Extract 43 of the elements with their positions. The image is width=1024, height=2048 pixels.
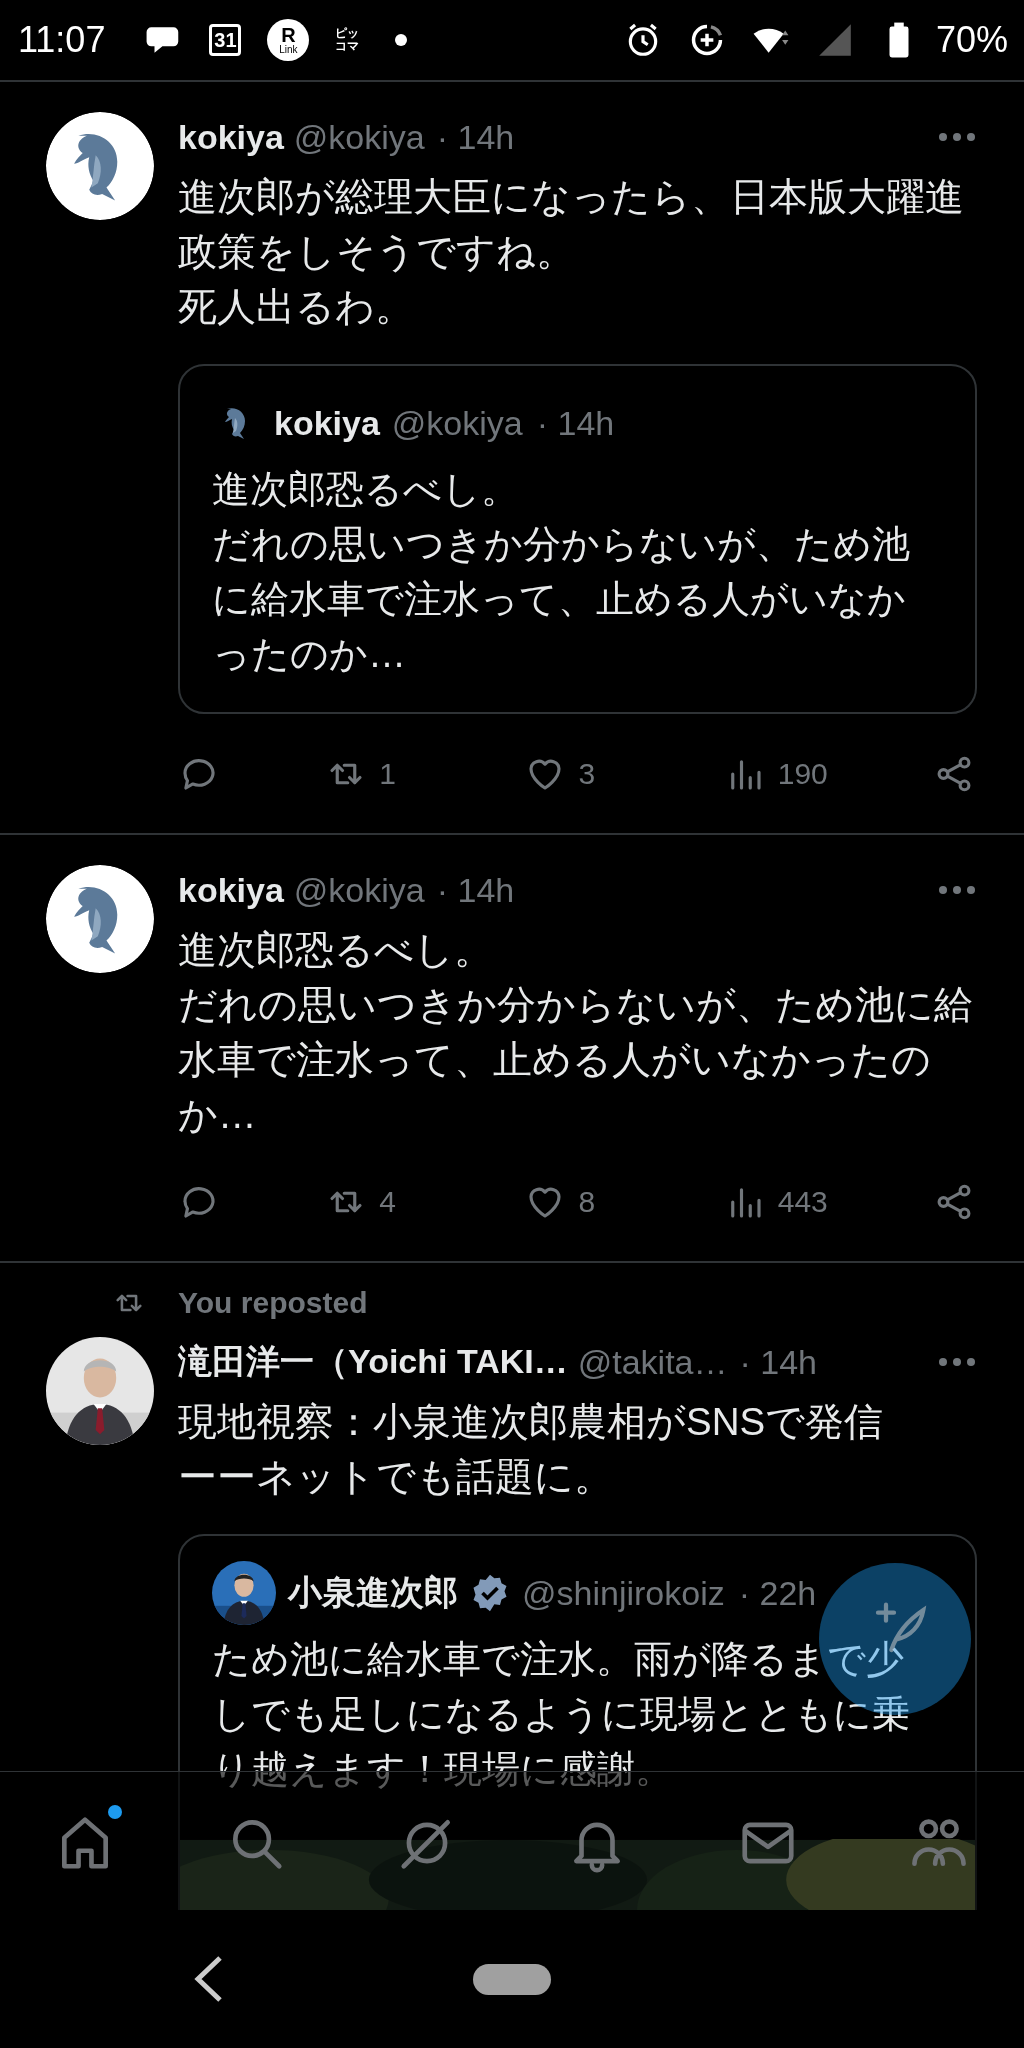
post-time: · 14h xyxy=(536,403,615,443)
post-text: ーーネットでも話題に。 xyxy=(178,1454,614,1500)
more-icon[interactable] xyxy=(937,131,977,143)
author-handle: @takita… xyxy=(577,1342,728,1382)
more-icon[interactable] xyxy=(937,884,977,896)
quoted-text: ため池に給水車で注水。雨が降るまで少しでも足しになるように現場とともに乗り越えます！現場に感謝。 xyxy=(212,1637,911,1792)
battery-level: 70% xyxy=(935,19,1008,61)
action-count: 443 xyxy=(777,1185,828,1219)
post-text: 進次郎が総理大臣になったら、日本版大躍進政策をしそうですね。 xyxy=(178,174,965,275)
repost-label: You reposted xyxy=(178,1286,368,1320)
calendar-icon: 31 xyxy=(209,24,242,56)
action-count: 3 xyxy=(578,757,597,791)
author-name: 小泉進次郎 xyxy=(288,1572,458,1613)
author-handle: @kokiya xyxy=(293,117,425,157)
author-name: kokiya xyxy=(178,870,284,910)
quoted-post[interactable]: kokiya @kokiya · 14h 進次郎恐るべし。 だれの思いつきか分からないが、ため池に給水車で注水って、止める人がいなかったのか… xyxy=(178,364,977,714)
action-count: 8 xyxy=(578,1185,597,1219)
author-handle: @kokiya xyxy=(391,403,523,443)
author-name: kokiya xyxy=(274,403,380,443)
post-text: 死人出るわ。 xyxy=(178,284,415,330)
notification-dot xyxy=(395,34,408,46)
author-name: 滝田洋一（Yoichi TAKI… xyxy=(178,1341,568,1382)
author-handle: @shinjirokoiz xyxy=(522,1573,725,1613)
quoted-text: 進次郎恐るべし。 xyxy=(212,467,520,512)
app-icon: R Link xyxy=(267,19,310,61)
app-icon: ピッ コマ xyxy=(335,27,360,53)
more-icon[interactable] xyxy=(937,1356,977,1368)
author-name: kokiya xyxy=(178,117,284,157)
action-count: 1 xyxy=(379,757,397,791)
post-time: · 14h xyxy=(436,117,515,157)
post-time: · 22h xyxy=(738,1573,817,1613)
post-text: 進次郎恐るべし。 xyxy=(178,927,494,973)
author-handle: @kokiya xyxy=(293,870,425,910)
quoted-post[interactable]: 小泉進次郎 @shinjirokoiz · 22h ため池に給水車で注水。雨が降るまで少しでも足しになるように現場とともに乗り越えます！現場に感謝。 xyxy=(178,1534,977,1910)
post-time: · 14h xyxy=(739,1342,818,1382)
post-text: だれの思いつきか分からないが、ため池に給水車で注水って、止める人がいなかったのか… xyxy=(178,982,974,1138)
action-count: 4 xyxy=(379,1185,397,1219)
quoted-text: だれの思いつきか分からないが、ため池に給水車で注水って、止める人がいなかったのか… xyxy=(212,522,911,677)
post-text: 現地視察：小泉進次郎農相がSNSで発信 xyxy=(178,1399,885,1445)
action-count: 190 xyxy=(777,757,828,791)
post-time: · 14h xyxy=(436,870,515,910)
home-handle[interactable] xyxy=(473,1963,551,1995)
clock: 11:07 xyxy=(18,19,106,61)
